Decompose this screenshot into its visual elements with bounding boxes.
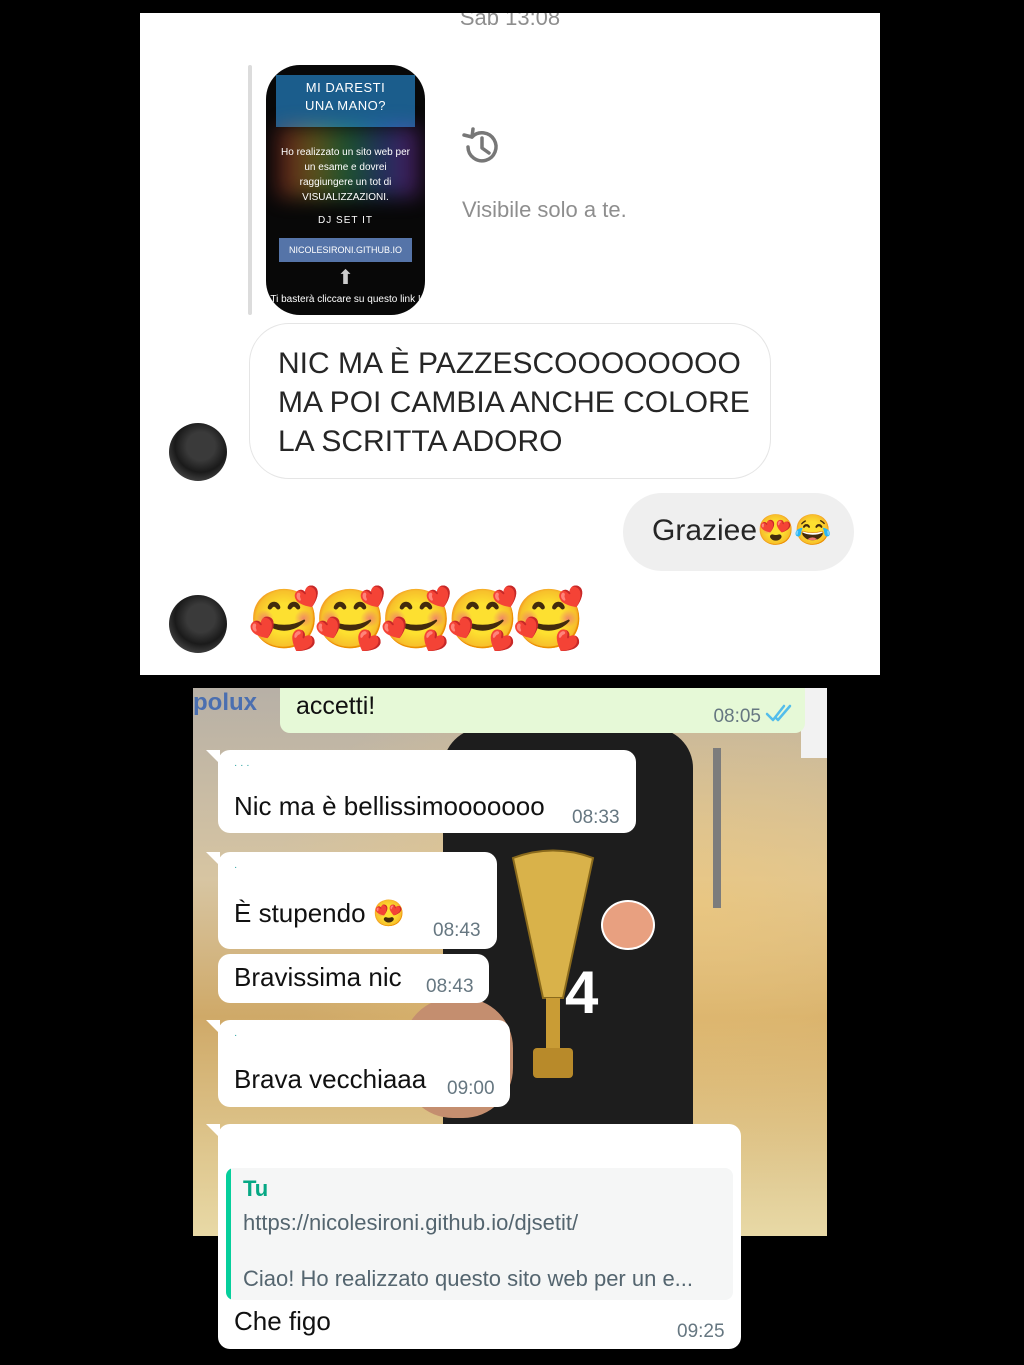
sender-name: · <box>234 1030 238 1041</box>
visibility-note: Visibile solo a te. <box>462 197 627 222</box>
jersey-badge-icon <box>601 900 655 950</box>
shared-story-thumbnail[interactable]: MI DARESTI UNA MANO? Ho realizzato un si… <box>266 65 425 315</box>
message-time: 09:25 <box>677 1321 725 1342</box>
quote-bar <box>226 1168 231 1300</box>
background-pole <box>713 748 721 908</box>
avatar[interactable] <box>169 595 227 653</box>
quote-text: Ciao! Ho realizzato questo sito web per … <box>243 1266 694 1291</box>
quoted-message[interactable]: Tu https://nicolesironi.github.io/djseti… <box>226 1168 733 1300</box>
message-time: 08:43 <box>433 920 481 941</box>
story-footer: Ti basterà cliccare su questo link ! <box>270 294 421 305</box>
incoming-message-bubble[interactable]: · Brava vecchiaaa 09:00 <box>206 1020 510 1107</box>
message-text: Brava vecchiaaa <box>234 1064 427 1094</box>
outgoing-message-bubble[interactable]: accetti! 08:05 <box>280 688 805 733</box>
date-separator: Sab 13:08 <box>459 13 561 30</box>
sender-name: · · · <box>234 760 250 771</box>
message-text: Bravissima nic <box>234 962 402 992</box>
message-time: 08:33 <box>572 807 620 828</box>
story-header: MI DARESTI UNA MANO? <box>276 75 415 127</box>
sent-message-bubble[interactable]: Graziee😍😂 <box>623 493 854 571</box>
message-text: Nic ma è bellissimooooooo <box>234 791 545 821</box>
history-icon <box>462 127 498 163</box>
emoji-reply[interactable]: 🥰🥰🥰🥰🥰 <box>248 585 585 655</box>
incoming-message-bubble[interactable]: Tu https://nicolesironi.github.io/djseti… <box>206 1124 741 1349</box>
message-time: 08:05 <box>713 706 761 727</box>
trophy-icon <box>511 849 595 1078</box>
message-text: accetti! <box>296 692 376 720</box>
background-logo: polux <box>193 689 257 716</box>
bubble-tail <box>206 852 220 866</box>
instagram-chat-panel: Sab 13:08 MI DARESTI UNA MANO? Ho realiz… <box>140 13 880 675</box>
bubble-tail <box>206 750 220 764</box>
story-reply-line <box>248 65 252 315</box>
arrow-up-icon: ⬆ <box>337 267 354 289</box>
story-text: Ho realizzato un sito web per un esame e… <box>281 147 410 203</box>
message-text: Che figo <box>234 1306 331 1336</box>
sender-name: · <box>234 862 238 873</box>
double-check-icon <box>765 704 792 722</box>
message-time: 09:00 <box>447 1078 495 1099</box>
avatar[interactable] <box>169 423 227 481</box>
bubble-tail <box>206 1124 220 1138</box>
message-text: È stupendo 😍 <box>234 898 406 928</box>
quote-link[interactable]: https://nicolesironi.github.io/djsetit/ <box>243 1210 578 1236</box>
bubble-tail <box>206 1020 220 1034</box>
message-text: Graziee😍😂 <box>652 514 832 547</box>
incoming-message-bubble[interactable]: Bravissima nic 08:43 <box>218 954 489 1003</box>
incoming-message-bubble[interactable]: · È stupendo 😍 08:43 <box>206 852 497 949</box>
story-brand: DJ SET IT <box>318 215 373 226</box>
quote-author: Tu <box>243 1176 269 1201</box>
story-link-sticker[interactable]: NICOLESIRONI.GITHUB.IO <box>279 238 412 262</box>
message-time: 08:43 <box>426 976 474 997</box>
incoming-message-bubble[interactable]: · · · Nic ma è bellissimooooooo 08:33 <box>206 750 636 833</box>
message-text: NIC MA È PAZZESCOOOOOOOO MA POI CAMBIA A… <box>278 347 750 458</box>
received-message-bubble[interactable]: NIC MA È PAZZESCOOOOOOOO MA POI CAMBIA A… <box>249 323 771 479</box>
